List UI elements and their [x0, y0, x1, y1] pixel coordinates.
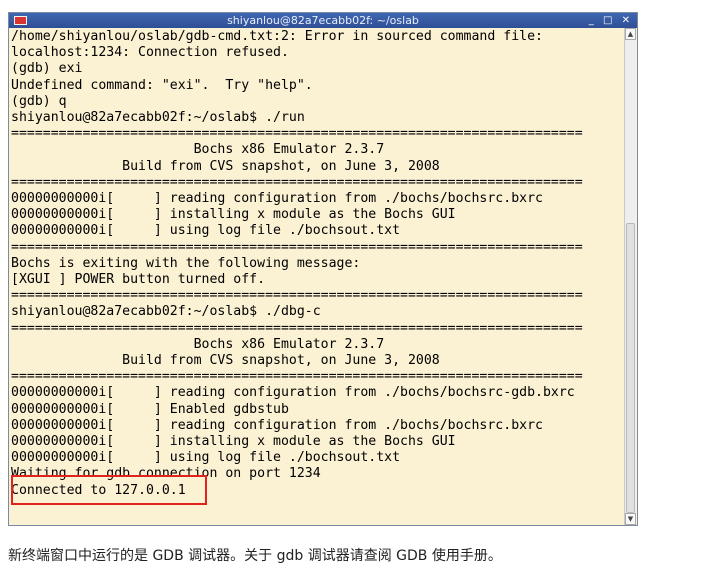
- terminal-line: localhost:1234: Connection refused.: [11, 45, 289, 61]
- terminal-line: Build from CVS snapshot, on June 3, 2008: [11, 353, 440, 369]
- minimize-icon[interactable]: _: [589, 13, 597, 28]
- terminal-line: ========================================…: [11, 126, 583, 142]
- scroll-down-arrow-icon[interactable]: ▼: [625, 513, 636, 525]
- terminal-line: (gdb) exi: [11, 61, 83, 77]
- terminal-line: Build from CVS snapshot, on June 3, 2008: [11, 158, 440, 174]
- terminal-line: Undefined command: "exi". Try "help".: [11, 77, 313, 93]
- terminal-line: Bochs is exiting with the following mess…: [11, 255, 361, 271]
- terminal-window: shiyanlou@82a7ecabb02f: ~/oslab _ □ ✕ /h…: [8, 12, 638, 526]
- terminal-line: 00000000000i[ ] using log file ./bochsou…: [11, 450, 401, 466]
- maximize-icon[interactable]: □: [603, 13, 615, 28]
- window-titlebar[interactable]: shiyanlou@82a7ecabb02f: ~/oslab _ □ ✕: [9, 13, 637, 28]
- terminal-line: ========================================…: [11, 320, 583, 336]
- terminal-line: [XGUI ] POWER button turned off.: [11, 272, 266, 288]
- terminal-line: ========================================…: [11, 369, 583, 385]
- connected-highlight-box: [11, 475, 207, 505]
- terminal-line: 00000000000i[ ] Enabled gdbstub: [11, 401, 289, 417]
- close-icon[interactable]: ✕: [622, 13, 633, 28]
- terminal-line: 00000000000i[ ] reading configuration fr…: [11, 417, 543, 433]
- terminal-line: 00000000000i[ ] using log file ./bochsou…: [11, 223, 401, 239]
- window-controls: _ □ ✕: [589, 13, 633, 28]
- terminal-output[interactable]: /home/shiyanlou/oslab/gdb-cmd.txt:2: Err…: [10, 28, 625, 525]
- scrollbar-thumb[interactable]: [626, 223, 635, 513]
- terminal-line: 00000000000i[ ] reading configuration fr…: [11, 385, 575, 401]
- terminal-line: 00000000000i[ ] reading configuration fr…: [11, 191, 543, 207]
- terminal-text: /home/shiyanlou/oslab/gdb-cmd.txt:2: Err…: [10, 28, 625, 499]
- vertical-scrollbar[interactable]: ▲ ▼: [624, 28, 636, 525]
- terminal-line: Bochs x86 Emulator 2.3.7: [11, 142, 385, 158]
- window-title: shiyanlou@82a7ecabb02f: ~/oslab: [227, 14, 419, 27]
- terminal-line: 00000000000i[ ] installing x module as t…: [11, 434, 456, 450]
- terminal-line: (gdb) q: [11, 93, 67, 109]
- terminal-line: /home/shiyanlou/oslab/gdb-cmd.txt:2: Err…: [11, 29, 543, 44]
- terminal-line: shiyanlou@82a7ecabb02f:~/oslab$ ./run: [11, 110, 305, 126]
- terminal-line: ========================================…: [11, 288, 583, 304]
- scroll-up-arrow-icon[interactable]: ▲: [625, 28, 636, 40]
- terminal-line: shiyanlou@82a7ecabb02f:~/oslab$ ./dbg-c: [11, 304, 321, 320]
- caption-text: 新终端窗口中运行的是 GDB 调试器。关于 gdb 调试器请查阅 GDB 使用手…: [8, 548, 502, 564]
- terminal-line: ========================================…: [11, 239, 583, 255]
- terminal-line: Bochs x86 Emulator 2.3.7: [11, 336, 385, 352]
- terminal-line: 00000000000i[ ] installing x module as t…: [11, 207, 456, 223]
- terminal-line: ========================================…: [11, 174, 583, 190]
